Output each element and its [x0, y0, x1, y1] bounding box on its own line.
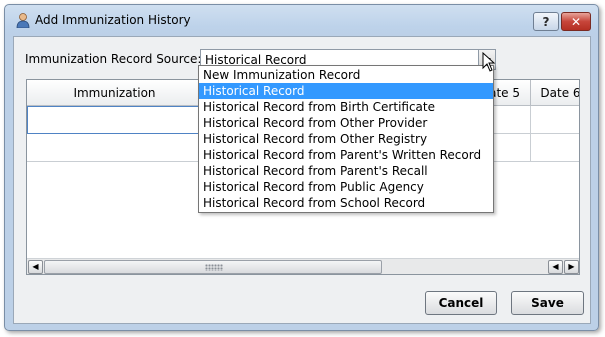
dropdown-option[interactable]: Historical Record from Parent's Written … — [199, 147, 493, 163]
scroll-right-button[interactable]: ▶ — [564, 260, 579, 274]
person-icon — [16, 13, 30, 28]
title-bar[interactable]: Add Immunization History ? ✕ — [5, 5, 598, 35]
dropdown-option-selected[interactable]: Historical Record — [199, 83, 493, 99]
grid-cell-row1-date-6[interactable] — [531, 106, 579, 134]
dropdown-option[interactable]: New Immunization Record — [199, 67, 493, 83]
grid-cell-row2-immunization[interactable] — [27, 134, 203, 162]
scrollbar-thumb[interactable] — [44, 260, 382, 274]
grid-cell-row1-immunization[interactable] — [27, 106, 203, 134]
window-title: Add Immunization History — [35, 13, 191, 27]
grip-icon — [205, 264, 223, 271]
save-button[interactable]: Save — [511, 291, 584, 315]
close-button[interactable]: ✕ — [561, 12, 591, 31]
close-icon: ✕ — [570, 14, 582, 29]
dropdown-option[interactable]: Historical Record from Public Agency — [199, 179, 493, 195]
grid-cell-row2-date-6[interactable] — [531, 134, 579, 162]
scroll-left-button-2[interactable]: ◀ — [548, 260, 563, 274]
dropdown-option[interactable]: Historical Record from Parent's Recall — [199, 163, 493, 179]
arrow-right-icon: ▶ — [568, 262, 575, 271]
cancel-button[interactable]: Cancel — [425, 291, 497, 315]
dropdown-option[interactable]: Historical Record from Other Provider — [199, 115, 493, 131]
help-icon: ? — [542, 14, 550, 29]
arrow-left-icon: ◀ — [552, 262, 559, 271]
dropdown-option[interactable]: Historical Record from Birth Certificate — [199, 99, 493, 115]
column-header-immunization[interactable]: Immunization — [27, 80, 203, 106]
mouse-pointer-icon — [482, 52, 496, 72]
horizontal-scrollbar[interactable]: ◀ ◀ ▶ — [27, 258, 579, 274]
arrow-left-icon: ◀ — [32, 262, 39, 271]
help-button[interactable]: ? — [533, 12, 559, 31]
column-header-date-6[interactable]: Date 6 — [531, 80, 579, 106]
scroll-left-button[interactable]: ◀ — [28, 260, 43, 274]
dropdown-option[interactable]: Historical Record from School Record — [199, 195, 493, 211]
dropdown-option[interactable]: Historical Record from Other Registry — [199, 131, 493, 147]
record-source-dropdown-list[interactable]: New Immunization Record Historical Recor… — [198, 65, 494, 213]
record-source-label: Immunization Record Source: — [25, 52, 202, 66]
